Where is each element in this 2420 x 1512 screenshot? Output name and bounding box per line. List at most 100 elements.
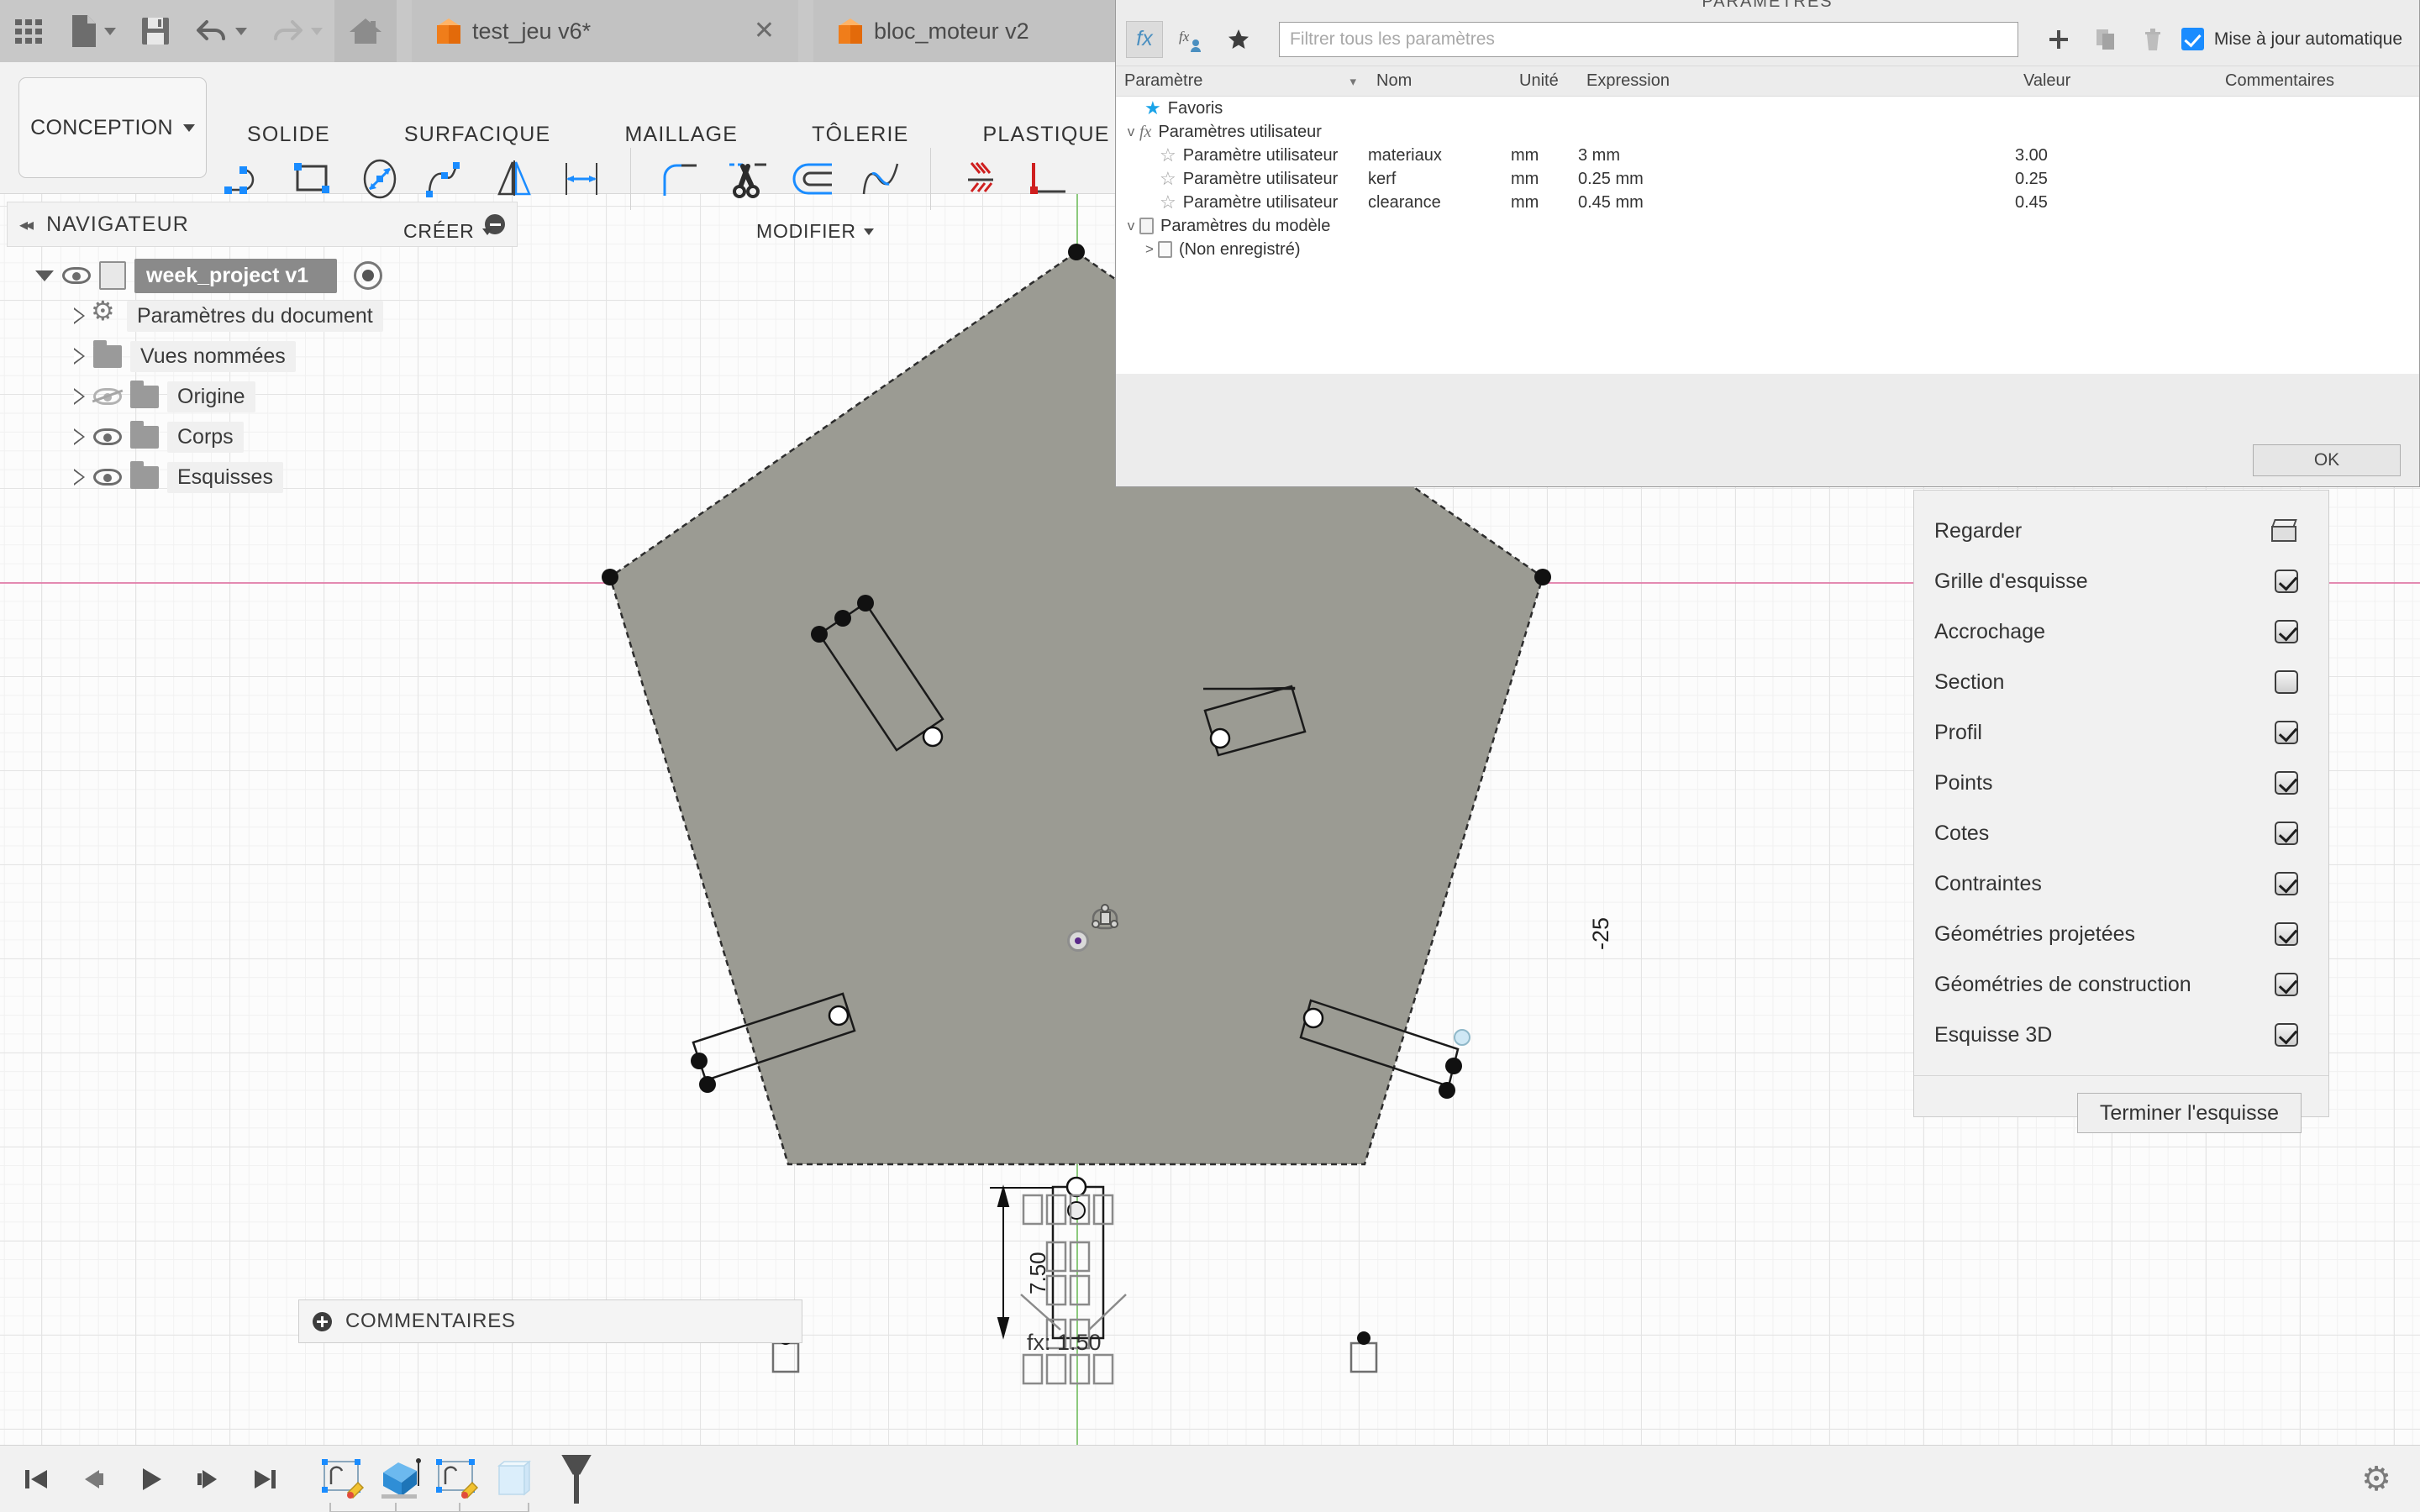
row-unite[interactable]: mm <box>1511 146 1578 165</box>
add-comment-icon[interactable] <box>313 1311 332 1331</box>
sketch-grip-icon[interactable] <box>1088 902 1122 934</box>
new-file-button[interactable] <box>57 0 128 62</box>
checkbox[interactable] <box>2275 1023 2298 1047</box>
undo-button[interactable] <box>183 0 259 62</box>
timeline-navigation[interactable] <box>0 1463 281 1495</box>
save-button[interactable] <box>128 0 183 62</box>
duplicate-parameter-button[interactable] <box>2087 21 2124 58</box>
sketch-palette[interactable]: Regarder Grille d'esquisse Accrochage Se… <box>1913 490 2329 1133</box>
column-parametre[interactable]: Paramètre <box>1124 71 1202 91</box>
home-button[interactable] <box>334 0 397 62</box>
browser-panel[interactable]: ◂◂ NAVIGATEUR week_project v1 Paramètres… <box>7 202 518 497</box>
column-commentaires[interactable]: Commentaires <box>2217 71 2419 91</box>
star-empty-icon[interactable]: ☆ <box>1160 144 1176 166</box>
palette-option-grille-esquisse[interactable]: Grille d'esquisse <box>1914 556 2328 606</box>
parameters-table-body[interactable]: ★ Favoris v fx Paramètres utilisateur ☆ … <box>1116 97 2419 374</box>
visibility-eye-icon[interactable] <box>62 265 91 286</box>
palette-option-esquisse-3d[interactable]: Esquisse 3D <box>1914 1010 2328 1060</box>
palette-option-cotes[interactable]: Cotes <box>1914 808 2328 858</box>
timeline-feature-extrude-2[interactable] <box>491 1457 539 1501</box>
search-input[interactable] <box>1290 29 2007 50</box>
finish-sketch-button[interactable]: Terminer l'esquisse <box>2076 1093 2302 1133</box>
mirror-tool-icon[interactable] <box>481 143 548 215</box>
table-row[interactable]: ★ Favoris <box>1116 97 2419 120</box>
close-icon[interactable]: ✕ <box>720 18 775 44</box>
go-to-end-button[interactable] <box>249 1463 281 1495</box>
palette-option-regarder[interactable]: Regarder <box>1914 506 2328 556</box>
expand-twisty-icon[interactable]: v <box>1123 218 1139 234</box>
chevron-down-icon[interactable] <box>104 27 116 35</box>
checkbox[interactable] <box>2275 872 2298 895</box>
row-nom[interactable]: kerf <box>1368 170 1511 189</box>
table-row[interactable]: v Paramètres du modèle <box>1116 214 2419 238</box>
checkbox[interactable] <box>2275 822 2298 845</box>
go-to-start-button[interactable] <box>20 1463 52 1495</box>
chevron-down-icon[interactable] <box>311 27 323 35</box>
redo-button[interactable] <box>259 0 334 62</box>
dimension-tool-icon[interactable] <box>548 143 615 215</box>
group-label-creer[interactable]: CRÉER <box>403 220 492 243</box>
step-back-button[interactable] <box>77 1463 109 1495</box>
visibility-eye-off-icon[interactable] <box>92 386 124 407</box>
favorite-star-icon[interactable] <box>1220 21 1257 58</box>
document-tabs[interactable]: test_jeu v6* ✕ bloc_moteur v2 <box>412 0 1200 62</box>
table-row[interactable]: > (Non enregistré) <box>1116 238 2419 261</box>
look-at-icon[interactable] <box>2270 519 2298 543</box>
spline-tool-icon[interactable] <box>413 143 481 215</box>
row-unite[interactable]: mm <box>1511 193 1578 213</box>
chevron-down-icon[interactable] <box>182 123 195 132</box>
visibility-eye-icon[interactable] <box>93 467 122 487</box>
timeline-end-marker[interactable] <box>561 1454 592 1504</box>
timeline-bar[interactable]: ⚙ <box>0 1445 2420 1512</box>
expand-triangle-icon[interactable] <box>74 348 85 365</box>
expand-triangle-icon[interactable] <box>74 307 85 324</box>
fx-icon[interactable]: fx <box>1126 20 1163 58</box>
column-expression[interactable]: Expression <box>1578 71 2015 91</box>
sidebar-item-sketches[interactable]: Esquisses <box>7 457 518 497</box>
table-row[interactable]: ☆ Paramètre utilisateur materiaux mm 3 m… <box>1116 144 2419 167</box>
vertical-dimension-label[interactable]: 7.50 <box>1025 1252 1051 1294</box>
fix-constraint-icon[interactable] <box>946 143 1013 215</box>
document-tab-0[interactable]: test_jeu v6* ✕ <box>412 0 798 62</box>
ok-button[interactable]: OK <box>2253 444 2401 476</box>
column-valeur[interactable]: Valeur <box>2015 71 2217 91</box>
row-unite[interactable]: mm <box>1511 170 1578 189</box>
expand-triangle-icon[interactable] <box>74 388 85 405</box>
auto-update-option[interactable]: Mise à jour automatique <box>2181 28 2409 50</box>
row-nom[interactable]: materiaux <box>1368 146 1511 165</box>
row-expression[interactable]: 3 mm <box>1578 146 2015 165</box>
row-nom[interactable]: clearance <box>1368 193 1511 213</box>
play-button[interactable] <box>134 1463 166 1495</box>
checkbox[interactable] <box>2275 771 2298 795</box>
star-empty-icon[interactable]: ☆ <box>1160 192 1176 213</box>
parameters-dialog[interactable]: PARAMÈTRES fx fx Filtrer tous les paramè… <box>1115 0 2420 487</box>
expand-twisty-icon[interactable]: v <box>1123 123 1139 140</box>
browser-tree[interactable]: week_project v1 Paramètres du document V… <box>7 247 518 497</box>
workspace-switch-button[interactable]: CONCEPTION <box>18 77 207 178</box>
line-tool-icon[interactable] <box>212 143 279 215</box>
column-unite[interactable]: Unité <box>1511 71 1578 91</box>
expand-triangle-icon[interactable] <box>74 428 85 445</box>
sidebar-item-bodies[interactable]: Corps <box>7 417 518 457</box>
timeline-feature-sketch-2[interactable] <box>434 1457 482 1501</box>
trim-tool-icon[interactable] <box>713 143 781 215</box>
comments-panel[interactable]: COMMENTAIRES <box>298 1299 802 1343</box>
palette-option-section[interactable]: Section <box>1914 657 2328 707</box>
rectangle-tool-icon[interactable] <box>279 143 346 215</box>
expand-triangle-icon[interactable] <box>74 469 85 486</box>
ribbon-tool-row[interactable] <box>212 143 1081 215</box>
timeline-feature-extrude-1[interactable] <box>376 1457 425 1501</box>
origin-point[interactable] <box>1067 930 1089 952</box>
palette-option-contraintes[interactable]: Contraintes <box>1914 858 2328 909</box>
curvature-tool-icon[interactable] <box>848 143 915 215</box>
auto-update-checkbox[interactable] <box>2181 28 2204 50</box>
sketch-palette-options[interactable]: Regarder Grille d'esquisse Accrochage Se… <box>1914 491 2328 1068</box>
palette-option-accrochage[interactable]: Accrochage <box>1914 606 2328 657</box>
palette-option-points[interactable]: Points <box>1914 758 2328 808</box>
circle-tool-icon[interactable] <box>346 143 413 215</box>
activate-component-radio[interactable] <box>354 261 383 290</box>
star-empty-icon[interactable]: ☆ <box>1160 168 1176 190</box>
fillet-tool-icon[interactable] <box>646 143 713 215</box>
gear-icon[interactable]: ⚙ <box>2361 1460 2391 1499</box>
palette-option-geometries-construction[interactable]: Géométries de construction <box>1914 959 2328 1010</box>
